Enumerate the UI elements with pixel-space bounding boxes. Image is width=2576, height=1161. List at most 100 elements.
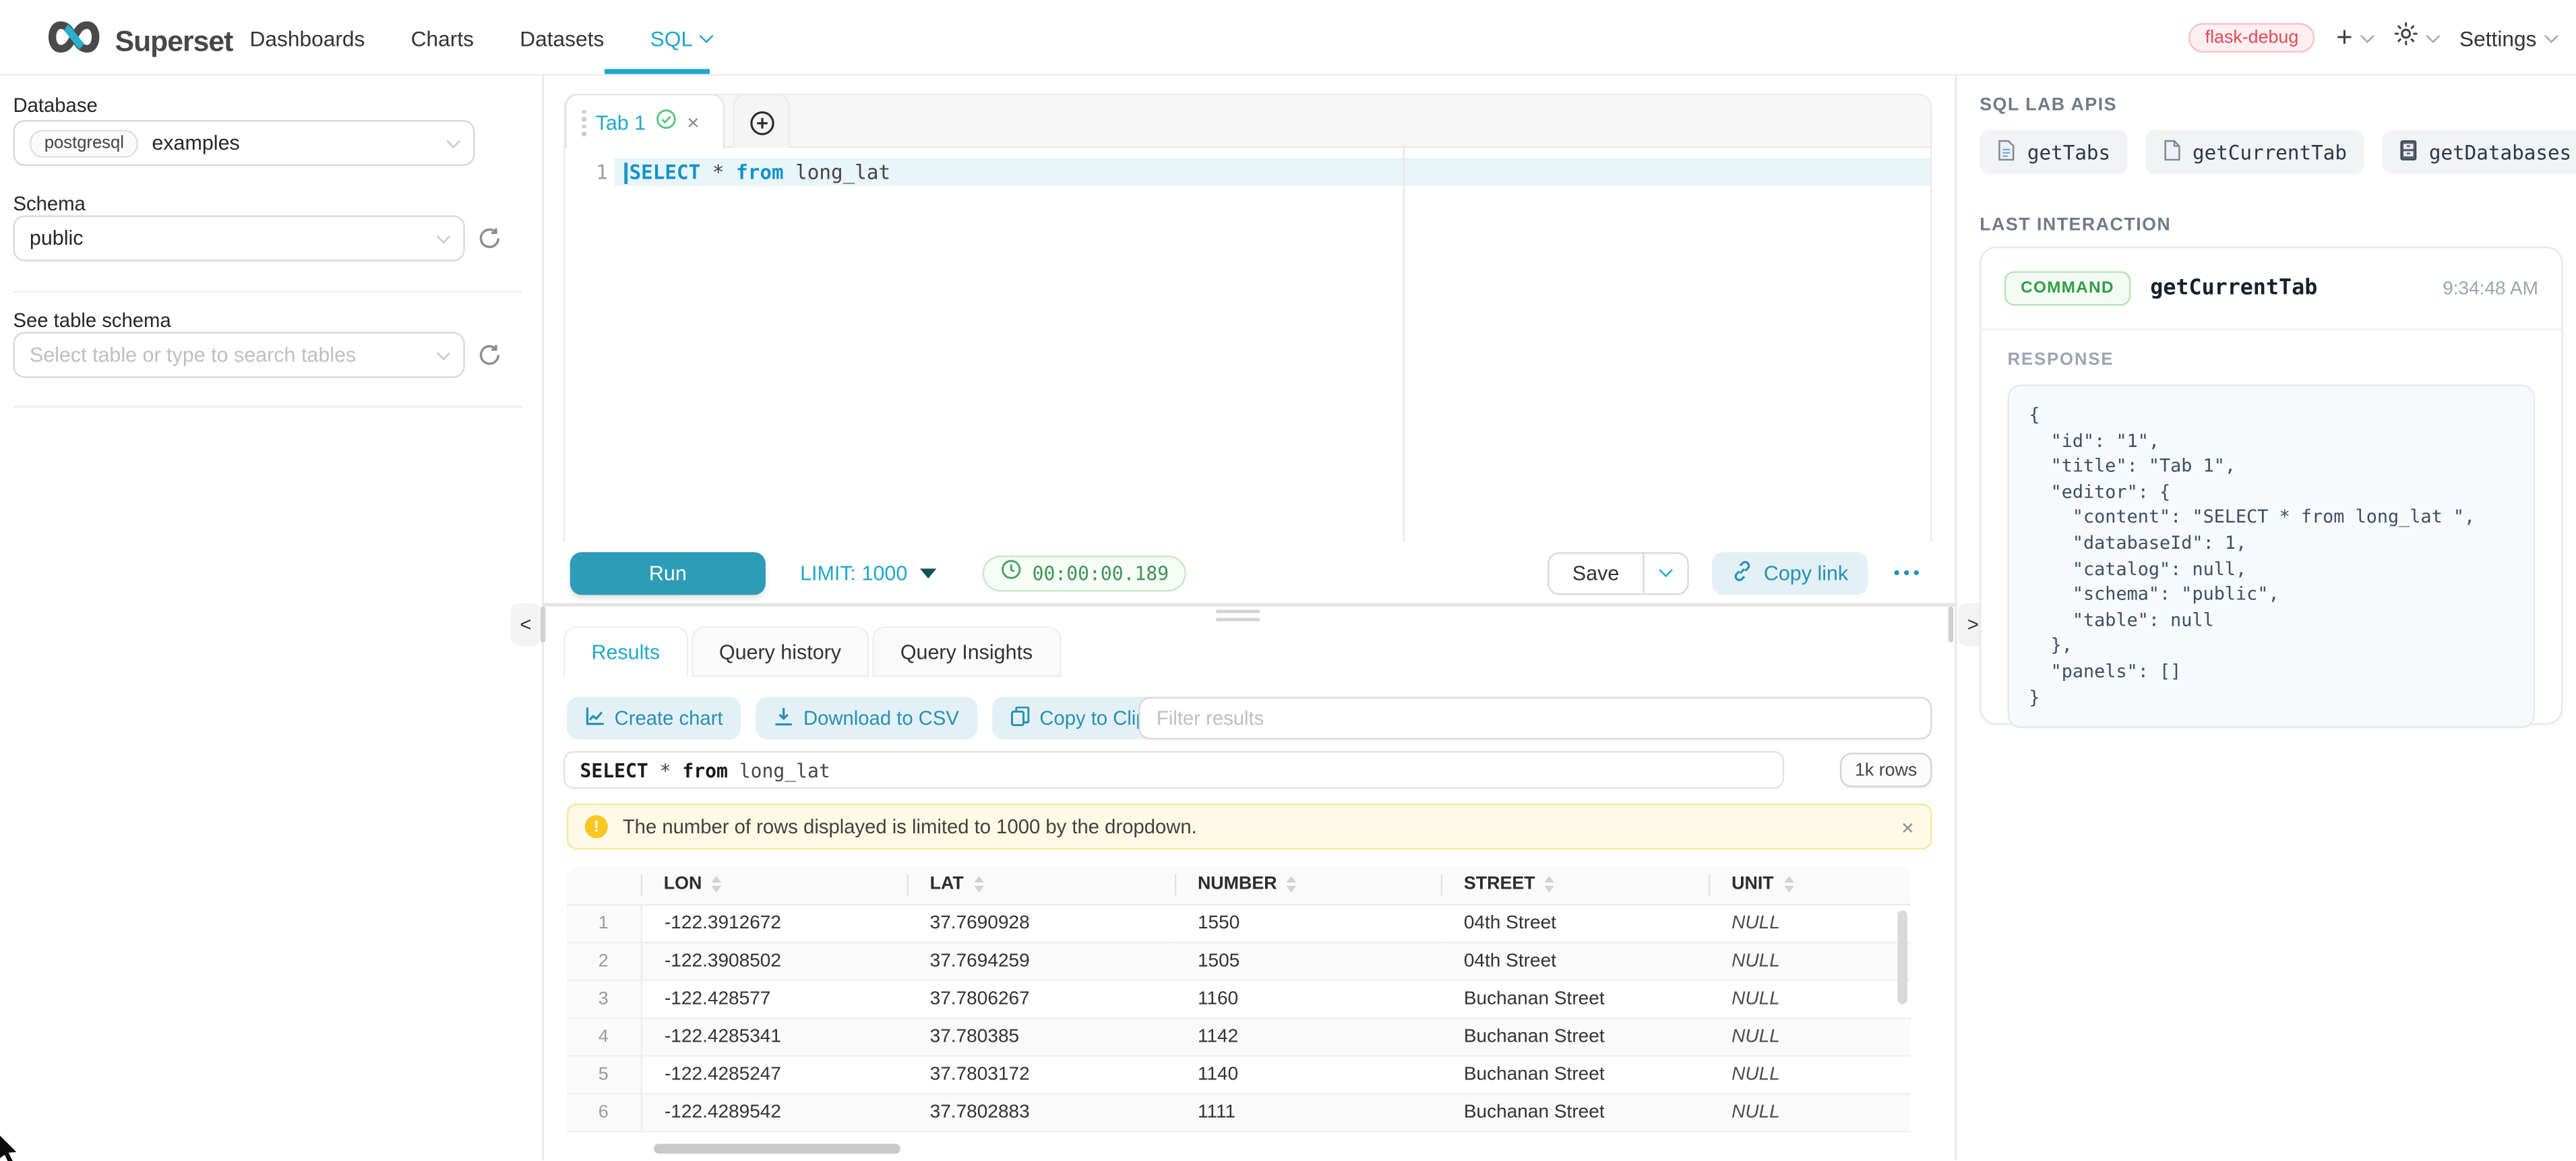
sort-icon[interactable] [973, 876, 983, 893]
navbar: Superset Dashboards Charts Datasets SQL … [0, 0, 2576, 76]
copy-link-button[interactable]: Copy link [1711, 552, 1868, 594]
get-tabs-button[interactable]: getTabs [1980, 130, 2126, 175]
chevron-down-icon [2360, 28, 2374, 42]
save-split-button: Save [1547, 552, 1688, 594]
chevron-down-icon [1658, 563, 1672, 577]
superset-brand[interactable]: Superset [44, 18, 233, 64]
refresh-tables-icon[interactable] [478, 343, 501, 366]
sort-icon[interactable] [1545, 876, 1555, 893]
save-options-button[interactable] [1642, 553, 1686, 593]
superset-logo-icon [44, 18, 104, 64]
close-alert-icon[interactable]: × [1901, 816, 1914, 837]
schema-select[interactable]: public [13, 215, 465, 261]
last-interaction-card: COMMAND getCurrentTab 9:34:48 AM RESPONS… [1980, 247, 2563, 725]
nav-menu: Dashboards Charts Datasets SQL [250, 0, 711, 76]
mouse-cursor [0, 1134, 23, 1161]
results-actions: Create chart Download to CSV Copy to Cli… [567, 697, 1215, 740]
chevron-down-icon [2544, 28, 2558, 42]
table-schema-label: See table schema [13, 309, 171, 332]
response-json: { "id": "1", "title": "Tab 1", "editor":… [2029, 403, 2513, 710]
column-header-number[interactable]: NUMBER [1175, 866, 1441, 904]
environment-badge: flask-debug [2188, 23, 2314, 53]
sort-icon[interactable] [712, 876, 722, 893]
line-number: 1 [565, 161, 608, 184]
nav-item-sql[interactable]: SQL [650, 26, 711, 51]
sort-icon[interactable] [1287, 876, 1297, 893]
sql-code-line: SELECT * from long_lat [624, 161, 890, 184]
get-current-tab-button[interactable]: getCurrentTab [2145, 130, 2363, 175]
theme-menu[interactable] [2393, 22, 2438, 55]
nav-item-datasets[interactable]: Datasets [520, 26, 604, 51]
more-actions-icon[interactable] [1894, 570, 1919, 575]
sidebar-divider [13, 406, 523, 407]
table-row: 2-122.390850237.7694259150504th StreetNU… [567, 942, 1911, 980]
close-tab-icon[interactable]: × [687, 112, 700, 133]
collapse-sidebar-button[interactable]: < [511, 603, 541, 646]
editor-toolbar: Run LIMIT: 1000 00:00:00.189 Save [563, 542, 1932, 603]
filter-results-input[interactable] [1138, 697, 1932, 740]
print-margin-line [1403, 148, 1405, 542]
sort-icon[interactable] [1783, 876, 1793, 893]
new-item-menu[interactable]: + [2336, 26, 2372, 51]
database-label: Database [13, 94, 98, 117]
navbar-right: flask-debug + Settings [2188, 0, 2556, 76]
chevron-down-icon [2426, 28, 2441, 42]
chevron-down-icon [437, 229, 451, 243]
database-select[interactable]: postgresql examples [13, 120, 475, 166]
chart-icon [585, 706, 605, 731]
database-value: examples [152, 131, 239, 154]
save-button[interactable]: Save [1550, 553, 1643, 593]
command-name: getCurrentTab [2150, 276, 2443, 301]
chevron-down-icon [437, 346, 451, 360]
sql-editor[interactable]: 1 SELECT * from long_lat [563, 148, 1932, 542]
table-select-placeholder: Select table or type to search tables [30, 343, 356, 366]
drag-handle-icon[interactable] [582, 109, 586, 136]
editor-results-divider [544, 603, 1955, 607]
download-csv-button[interactable]: Download to CSV [756, 697, 977, 740]
editor-tabstrip: Tab 1 × [563, 94, 1932, 148]
editor-tab[interactable]: Tab 1 × [565, 94, 725, 150]
cabinet-icon [2398, 139, 2418, 165]
nav-item-charts[interactable]: Charts [411, 26, 474, 51]
results-table: LON LAT NUMBER STREET UNIT 1-122.3912672… [567, 866, 1911, 1160]
tab-results[interactable]: Results [563, 626, 687, 678]
interaction-header: COMMAND getCurrentTab 9:34:48 AM [1982, 248, 2561, 330]
table-row: 6-122.428954237.78028831111Buchanan Stre… [567, 1093, 1911, 1131]
get-databases-button[interactable]: getDatabases [2381, 130, 2576, 175]
right-panel-resize-bar[interactable] [1949, 606, 1953, 643]
text-cursor [624, 162, 627, 184]
run-button[interactable]: Run [570, 552, 766, 594]
table-row: 5-122.428524737.78031721140Buchanan Stre… [567, 1055, 1911, 1093]
nav-item-dashboards[interactable]: Dashboards [250, 26, 365, 51]
executed-query-preview: SELECT * from long_lat [563, 751, 1784, 789]
settings-menu[interactable]: Settings [2459, 26, 2556, 51]
row-number-header [567, 866, 641, 904]
resize-handle[interactable] [1216, 609, 1260, 621]
schema-label: Schema [13, 192, 86, 215]
results-tabbar: Results Query history Query Insights [563, 626, 1061, 678]
response-label: RESPONSE [2008, 350, 2535, 369]
copy-icon [1010, 706, 1029, 731]
api-buttons: getTabs getCurrentTab getDa [1980, 130, 2576, 175]
caret-down-icon [921, 568, 937, 578]
column-header-lon[interactable]: LON [641, 866, 907, 904]
response-json-box: { "id": "1", "title": "Tab 1", "editor":… [2008, 384, 2535, 728]
column-header-unit[interactable]: UNIT [1709, 866, 1911, 904]
interaction-timestamp: 9:34:48 AM [2443, 278, 2538, 298]
table-select[interactable]: Select table or type to search tables [13, 332, 465, 378]
limit-dropdown[interactable]: LIMIT: 1000 [800, 561, 937, 584]
command-badge: COMMAND [2004, 271, 2130, 305]
column-header-street[interactable]: STREET [1441, 866, 1709, 904]
row-limit-alert: The number of rows displayed is limited … [567, 804, 1932, 850]
horizontal-scrollbar[interactable] [654, 1144, 900, 1154]
chevron-down-icon [446, 133, 460, 148]
new-tab-button[interactable] [733, 94, 790, 150]
create-chart-button[interactable]: Create chart [567, 697, 741, 740]
tab-query-history[interactable]: Query history [691, 626, 869, 678]
warning-icon [585, 815, 608, 838]
vertical-scrollbar[interactable] [1897, 910, 1907, 1004]
tab-query-insights[interactable]: Query Insights [872, 626, 1060, 678]
sidebar-resize-bar[interactable] [541, 606, 545, 643]
refresh-schema-icon[interactable] [478, 227, 501, 249]
column-header-lat[interactable]: LAT [907, 866, 1175, 904]
